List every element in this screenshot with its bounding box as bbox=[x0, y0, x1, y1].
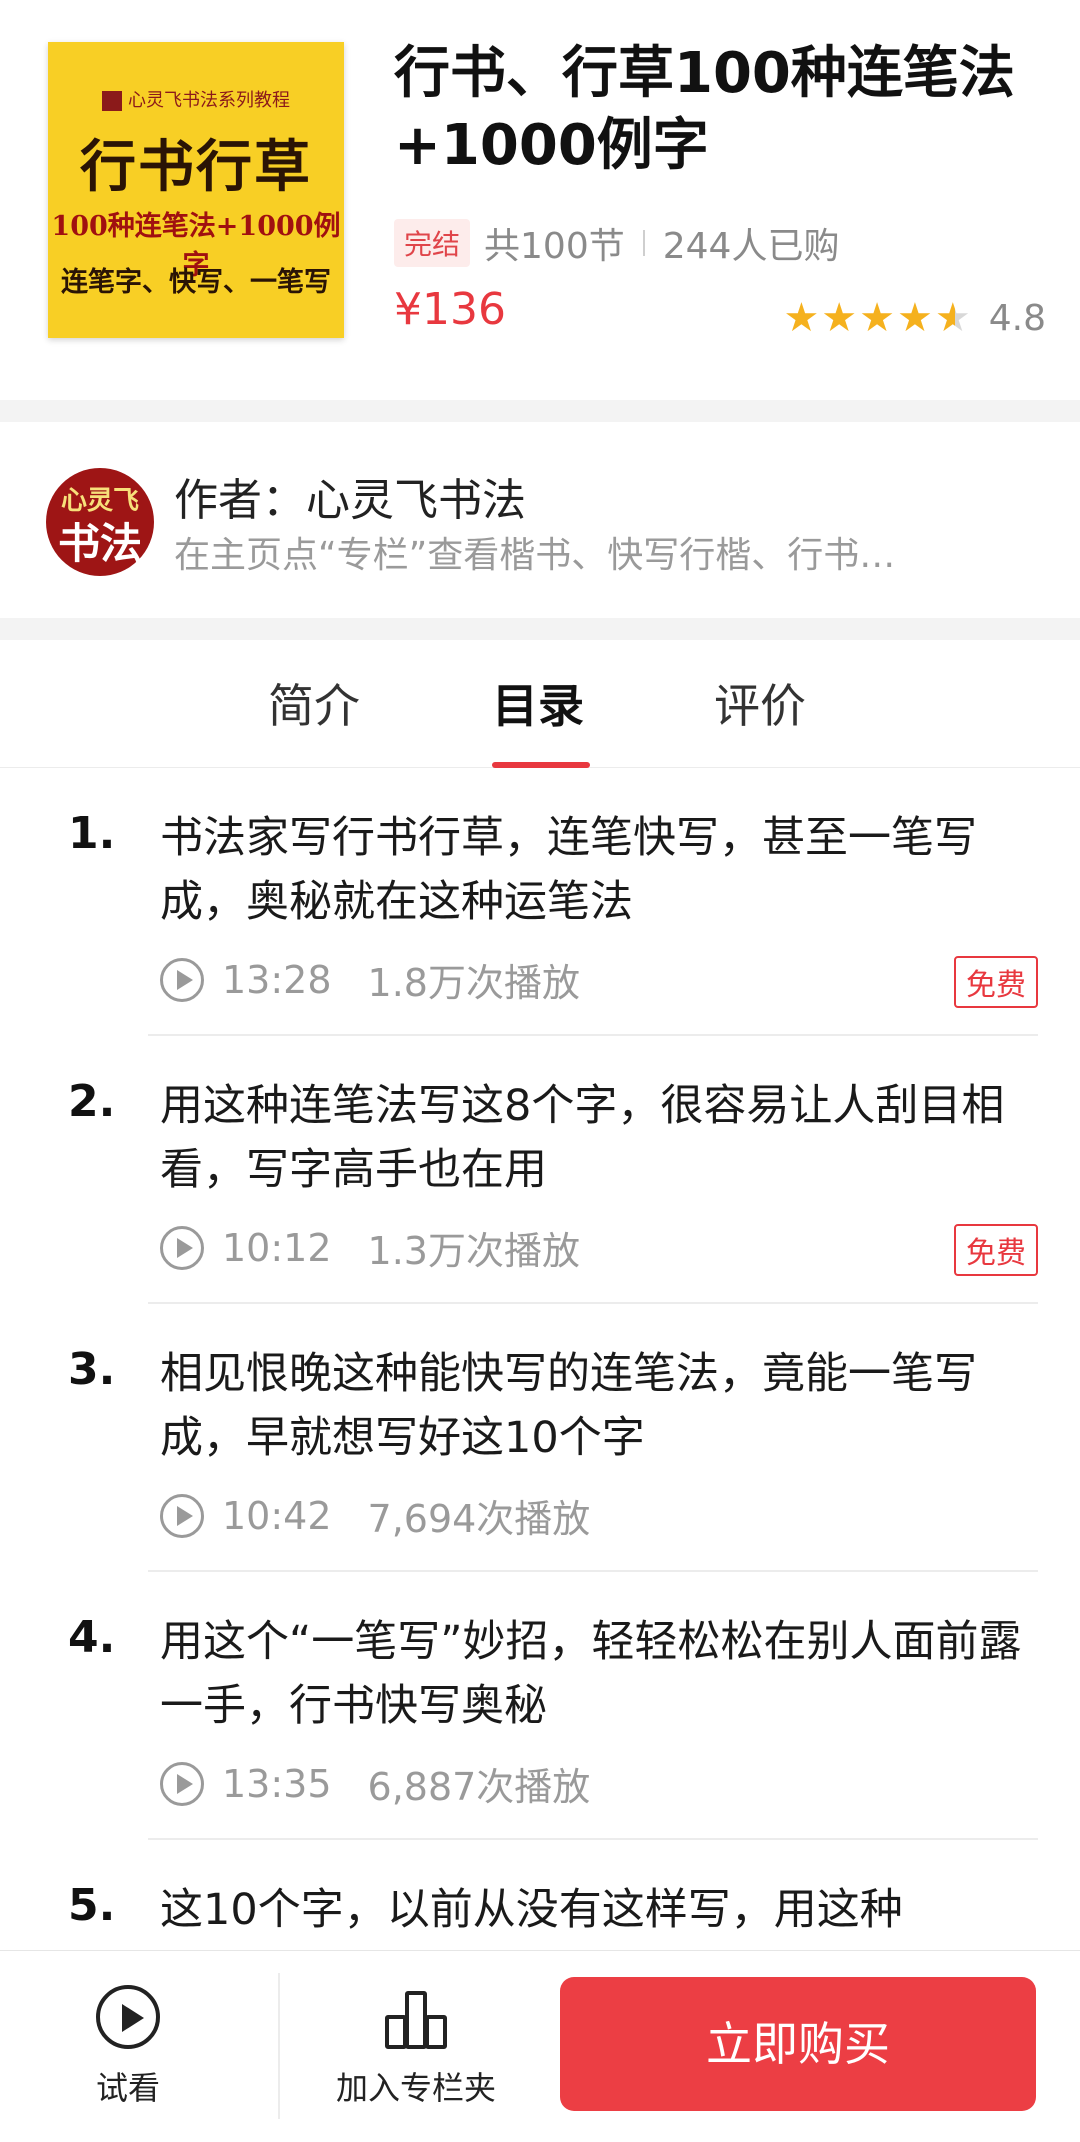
lesson-item[interactable]: 5. 这10个字，以前从没有这样写，用这种 bbox=[0, 1840, 1080, 1950]
lesson-title: 用这个“一笔写”妙招，轻轻松松在别人面前露一手，行书快写奥秘 bbox=[160, 1617, 1022, 1731]
lesson-title: 这10个字，以前从没有这样写，用这种 bbox=[160, 1885, 903, 1935]
lesson-meta: 13:28 1.8万次播放 bbox=[160, 952, 580, 1007]
status-badge: 完结 bbox=[394, 219, 471, 267]
author-name: 作者：心灵飞书法 bbox=[174, 475, 526, 526]
free-badge: 免费 bbox=[954, 956, 1038, 1008]
cover-subtitle-2: 连笔字、快写、一笔写 bbox=[61, 267, 331, 298]
trial-label: 试看 bbox=[96, 2069, 161, 2107]
lesson-item[interactable]: 2. 用这种连笔法写这8个字，很容易让人刮目相看，写字高手也在用 10:12 1… bbox=[0, 1036, 1080, 1304]
lesson-duration: 13:35 bbox=[222, 1761, 332, 1806]
lesson-item[interactable]: 4. 用这个“一笔写”妙招，轻轻松松在别人面前露一手，行书快写奥秘 13:35 … bbox=[0, 1572, 1080, 1840]
course-price: ¥136 bbox=[394, 284, 506, 335]
lesson-plays: 1.8万次播放 bbox=[367, 961, 580, 1005]
star-half-icon: ★ bbox=[934, 295, 971, 341]
buy-now-button[interactable]: 立即购买 bbox=[560, 1977, 1036, 2111]
tab-reviews[interactable]: 评价 bbox=[714, 670, 806, 736]
course-cover[interactable]: 心灵飞书法系列教程 行书行草 100种连笔法+1000例字 连笔字、快写、一笔写 bbox=[48, 42, 344, 338]
cover-series: 心灵飞书法系列教程 bbox=[48, 86, 344, 112]
lesson-plays: 1.3万次播放 bbox=[367, 1229, 580, 1273]
rating-value: 4.8 bbox=[988, 297, 1046, 339]
trial-button[interactable]: 试看 bbox=[96, 1985, 160, 2109]
add-to-collection-button[interactable]: 加入专栏夹 bbox=[336, 1985, 496, 2109]
lesson-duration: 10:12 bbox=[222, 1225, 332, 1270]
star-icon: ★ bbox=[821, 295, 858, 341]
rating-stars: ★ ★ ★ ★ ★ bbox=[783, 296, 970, 340]
play-icon bbox=[160, 1225, 204, 1270]
author-description: 在主页点“专栏”查看楷书、快写行楷、行书… bbox=[174, 535, 896, 576]
lesson-number: 2. bbox=[68, 1076, 116, 1127]
lesson-number: 1. bbox=[68, 808, 116, 859]
lesson-duration: 13:28 bbox=[222, 957, 332, 1002]
tab-bar: 简介 目录 评价 bbox=[0, 640, 1080, 768]
play-circle-icon bbox=[96, 1985, 160, 2049]
play-icon bbox=[160, 957, 204, 1002]
star-icon: ★ bbox=[897, 295, 933, 341]
bottom-action-bar: 试看 加入专栏夹 立即购买 bbox=[0, 1950, 1080, 2142]
lesson-plays: 7,694次播放 bbox=[367, 1497, 591, 1541]
course-meta: 完结 共100节 244人已购 bbox=[394, 218, 839, 268]
tab-intro[interactable]: 简介 bbox=[268, 670, 360, 736]
play-icon bbox=[160, 1493, 204, 1538]
author-row[interactable]: 心灵飞 书法 作者：心灵飞书法 在主页点“专栏”查看楷书、快写行楷、行书… bbox=[0, 422, 1080, 618]
star-icon: ★ bbox=[783, 295, 820, 341]
tab-catalog[interactable]: 目录 bbox=[492, 670, 584, 736]
lesson-count: 共100节 bbox=[484, 226, 625, 267]
lesson-meta: 10:12 1.3万次播放 bbox=[160, 1220, 580, 1275]
play-icon bbox=[160, 1761, 204, 1806]
section-divider bbox=[0, 400, 1080, 422]
author-avatar[interactable]: 心灵飞 书法 bbox=[46, 468, 154, 576]
lesson-title: 相见恨晚这种能快写的连笔法，竟能一笔写成，早就想写好这10个字 bbox=[160, 1349, 977, 1463]
lesson-number: 4. bbox=[68, 1612, 116, 1663]
lesson-duration: 10:42 bbox=[222, 1493, 332, 1538]
cover-series-text: 心灵飞书法系列教程 bbox=[128, 90, 290, 111]
collection-label: 加入专栏夹 bbox=[336, 2069, 497, 2107]
lesson-number: 3. bbox=[68, 1344, 116, 1395]
avatar-text-bottom: 书法 bbox=[57, 519, 142, 568]
lesson-title: 书法家写行书行草，连笔快写，甚至一笔写成，奥秘就在这种运笔法 bbox=[160, 813, 977, 927]
rating[interactable]: ★ ★ ★ ★ ★ 4.8 bbox=[783, 296, 1046, 340]
lesson-plays: 6,887次播放 bbox=[367, 1765, 591, 1809]
bottom-divider bbox=[278, 1973, 280, 2119]
free-badge: 免费 bbox=[954, 1224, 1038, 1276]
lesson-number: 5. bbox=[68, 1880, 116, 1931]
logo-icon bbox=[102, 91, 122, 111]
lesson-item[interactable]: 3. 相见恨晚这种能快写的连笔法，竟能一笔写成，早就想写好这10个字 10:42… bbox=[0, 1304, 1080, 1572]
section-divider bbox=[0, 618, 1080, 640]
collection-icon bbox=[381, 1985, 451, 2049]
lesson-meta: 13:35 6,887次播放 bbox=[160, 1756, 590, 1811]
meta-divider bbox=[642, 230, 645, 256]
lesson-title: 用这种连笔法写这8个字，很容易让人刮目相看，写字高手也在用 bbox=[160, 1081, 1005, 1195]
star-icon: ★ bbox=[859, 295, 896, 341]
lesson-item[interactable]: 1. 书法家写行书行草，连笔快写，甚至一笔写成，奥秘就在这种运笔法 13:28 … bbox=[0, 768, 1080, 1036]
course-title: 行书、行草100种连笔法+1000例字 bbox=[394, 41, 1015, 178]
cover-title: 行书行草 bbox=[80, 134, 312, 200]
course-header: 心灵飞书法系列教程 行书行草 100种连笔法+1000例字 连笔字、快写、一笔写… bbox=[0, 0, 1080, 400]
purchase-count: 244人已购 bbox=[662, 226, 840, 267]
lesson-meta: 10:42 7,694次播放 bbox=[160, 1488, 590, 1543]
